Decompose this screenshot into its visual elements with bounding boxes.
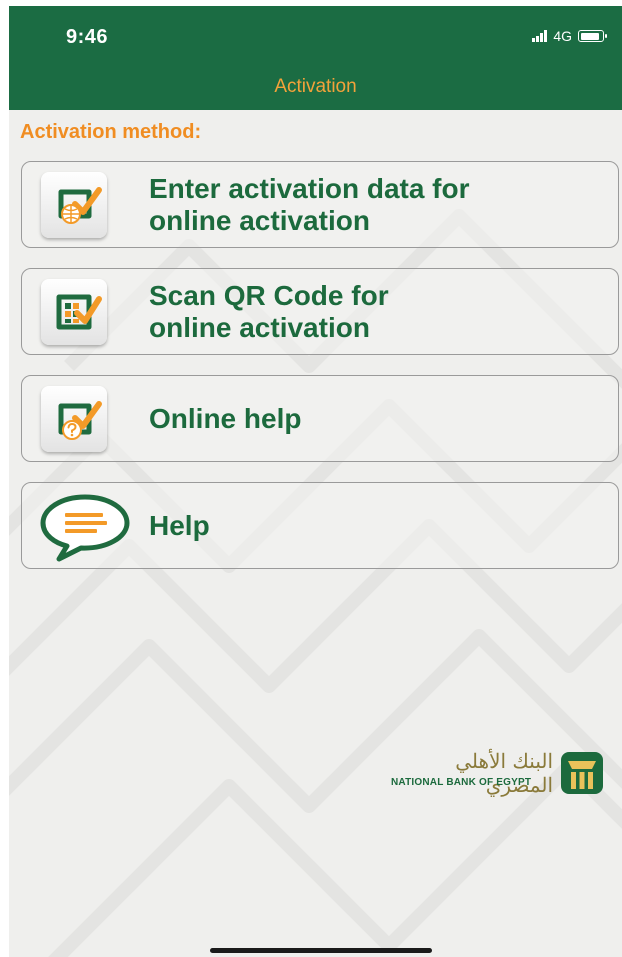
network-type: 4G: [553, 28, 572, 44]
option-label: Enter activation data for online activati…: [149, 172, 470, 236]
speech-bubble-icon: [40, 494, 130, 562]
option-label: Help: [149, 509, 210, 541]
bank-emblem-icon: [561, 752, 603, 794]
logo-english-text: NATIONAL BANK OF EGYPT: [391, 777, 532, 788]
online-help-button[interactable]: Online help: [21, 375, 619, 462]
battery-icon: [578, 30, 607, 42]
status-time: 9:46: [66, 26, 109, 48]
status-icons: 4G: [532, 28, 607, 44]
enter-activation-data-button[interactable]: Enter activation data for online activati…: [21, 161, 619, 248]
qr-check-icon: [41, 279, 107, 345]
question-check-icon: [41, 386, 107, 452]
signal-icon: [532, 30, 548, 42]
app-screen: 9:46 4G Activation Activation method: En…: [9, 6, 622, 957]
help-button[interactable]: Help: [21, 482, 619, 569]
globe-check-icon: [41, 172, 107, 238]
home-indicator[interactable]: [210, 948, 432, 953]
bank-logo: البنك الأهلي المصري NATIONAL BANK OF EGY…: [391, 749, 611, 797]
scan-qr-code-button[interactable]: Scan QR Code for online activation: [21, 268, 619, 355]
option-label: Online help: [149, 402, 302, 434]
activation-method-label: Activation method:: [20, 121, 202, 143]
app-header: 9:46 4G Activation: [9, 6, 622, 110]
logo-arabic-text: البنك الأهلي المصري: [455, 749, 553, 797]
option-label: Scan QR Code for online activation: [149, 279, 389, 343]
page-title: Activation: [274, 76, 357, 97]
